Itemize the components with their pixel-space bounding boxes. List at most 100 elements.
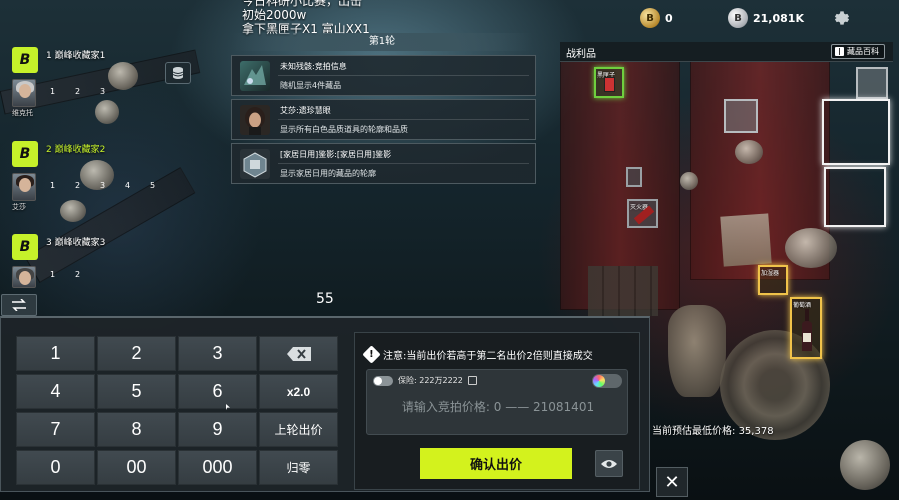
key-7[interactable]: 7 bbox=[16, 412, 95, 447]
barnacle-cluster bbox=[735, 140, 763, 164]
divider bbox=[278, 163, 529, 164]
eye-button[interactable] bbox=[595, 450, 623, 477]
player-slots: 1 2 3 bbox=[50, 87, 125, 96]
loot-item-label: 加湿器 bbox=[761, 270, 780, 277]
divider bbox=[278, 119, 529, 120]
key-000[interactable]: 000 bbox=[178, 450, 257, 485]
reset-key[interactable]: 归零 bbox=[259, 450, 338, 485]
silver-coin-icon: B bbox=[728, 8, 748, 28]
avatar bbox=[12, 173, 36, 201]
swap-arrows-icon bbox=[12, 299, 26, 311]
bid-price-input[interactable] bbox=[375, 394, 621, 420]
key-8[interactable]: 8 bbox=[97, 412, 176, 447]
loot-item-unknown[interactable] bbox=[626, 167, 642, 187]
info-card: 未知残骸:竞拍信息 随机显示4件藏品 bbox=[231, 55, 536, 96]
loot-header: 战利品 藏品百科 bbox=[560, 42, 893, 62]
gold-coin-icon: B bbox=[640, 8, 660, 28]
top-info-line: 初始2000w bbox=[242, 8, 307, 22]
player-rank-badge: B bbox=[12, 141, 38, 167]
slot-number: 2 bbox=[75, 87, 81, 96]
home-goods-icon bbox=[240, 149, 270, 179]
barnacle-cluster bbox=[680, 172, 698, 190]
bid-notice-text: 注意:当前出价若高于第二名出价2倍则直接成交 bbox=[383, 351, 593, 362]
last-round-bid-key[interactable]: 上轮出价 bbox=[259, 412, 338, 447]
player-slots: 1 2 3 4 5 bbox=[50, 181, 175, 190]
loot-item-unknown[interactable] bbox=[724, 99, 758, 133]
player-slots: 1 2 bbox=[50, 270, 100, 279]
slot-number: 1 bbox=[50, 270, 56, 279]
loot-item-black-box[interactable]: 黑匣子 bbox=[594, 67, 624, 98]
barnacle-cluster bbox=[785, 228, 837, 268]
gold-currency-value: 0 bbox=[665, 11, 673, 25]
database-icon[interactable] bbox=[165, 62, 191, 84]
close-icon: ✕ bbox=[664, 471, 680, 493]
wine-bottle-icon bbox=[802, 309, 812, 351]
rainbow-knob-icon bbox=[593, 375, 605, 387]
slot-number: 1 bbox=[50, 87, 56, 96]
slot-number: 4 bbox=[125, 181, 131, 190]
color-toggle[interactable] bbox=[592, 374, 622, 388]
edit-icon[interactable] bbox=[467, 376, 477, 385]
loot-item-outline[interactable] bbox=[824, 167, 886, 227]
avatar-name: 维克托 bbox=[12, 109, 33, 117]
slot-number: 3 bbox=[100, 87, 106, 96]
key-6[interactable]: 6 bbox=[178, 374, 257, 409]
bid-input-box: ! 注意:当前出价若高于第二名出价2倍则直接成交 保险: 222万2222 确认… bbox=[354, 332, 640, 490]
insurance-row: 保险: 222万2222 bbox=[373, 375, 477, 386]
backspace-icon bbox=[286, 346, 311, 361]
info-card-subtitle: 显示家居日用的藏品的轮廓 bbox=[280, 169, 376, 178]
gold-currency: B 0 bbox=[640, 8, 673, 28]
key-1[interactable]: 1 bbox=[16, 336, 95, 371]
player-rank-badge: B bbox=[12, 47, 38, 73]
gear-icon[interactable] bbox=[832, 8, 852, 28]
bid-notice: ! 注意:当前出价若高于第二名出价2倍则直接成交 bbox=[362, 345, 593, 364]
slot-number: 1 bbox=[50, 181, 56, 190]
aisha-portrait bbox=[240, 105, 270, 135]
key-00[interactable]: 00 bbox=[97, 450, 176, 485]
swap-button[interactable] bbox=[1, 294, 37, 316]
loot-item-unknown[interactable] bbox=[856, 67, 888, 99]
player-1[interactable]: B 1 巅峰收藏家1 维克托 1 2 3 bbox=[12, 47, 187, 131]
divider bbox=[278, 75, 529, 76]
player-2[interactable]: B 2 巅峰收藏家2 艾莎 1 2 3 4 5 bbox=[12, 141, 187, 225]
info-card-title: [家居日用]鉴影:[家居日用]鉴影 bbox=[280, 150, 392, 159]
avatar bbox=[12, 79, 36, 107]
loot-item-wine[interactable]: 葡萄酒 bbox=[790, 297, 822, 359]
avatar-name: 艾莎 bbox=[12, 203, 26, 211]
close-button[interactable]: ✕ bbox=[656, 467, 688, 497]
encyclopedia-label: 藏品百科 bbox=[847, 47, 879, 56]
vase-prop bbox=[668, 305, 726, 397]
confirm-bid-button[interactable]: 确认出价 bbox=[420, 448, 572, 479]
key-0[interactable]: 0 bbox=[16, 450, 95, 485]
player-rank-badge: B bbox=[12, 234, 38, 260]
silver-currency-value: 21,081K bbox=[753, 11, 804, 25]
key-2[interactable]: 2 bbox=[97, 336, 176, 371]
slot-number: 3 bbox=[100, 181, 106, 190]
key-9[interactable]: 9 bbox=[178, 412, 257, 447]
loot-item-humidifier[interactable]: 加湿器 bbox=[758, 265, 788, 295]
bid-panel: 1 2 3 4 5 6 x2.0 7 8 9 上轮出价 0 00 000 归零 … bbox=[0, 316, 650, 492]
loot-title: 战利品 bbox=[566, 49, 596, 60]
key-3[interactable]: 3 bbox=[178, 336, 257, 371]
warning-icon: ! bbox=[362, 345, 381, 364]
key-4[interactable]: 4 bbox=[16, 374, 95, 409]
book-icon bbox=[835, 47, 844, 56]
loot-item-fire-extinguisher[interactable]: 灭火器 bbox=[627, 199, 658, 228]
bid-input-area: 保险: 222万2222 bbox=[366, 369, 628, 435]
estimate-price: 当前预估最低价格: 35,378 bbox=[652, 426, 774, 437]
multiplier-key[interactable]: x2.0 bbox=[259, 374, 338, 409]
loot-item-outline[interactable] bbox=[822, 99, 890, 165]
info-card: [家居日用]鉴影:[家居日用]鉴影 显示家居日用的藏品的轮廓 bbox=[231, 143, 536, 184]
top-info-line: 今日科研小比赛，出击 bbox=[242, 0, 363, 8]
player-name: 1 巅峰收藏家1 bbox=[46, 51, 106, 61]
silver-currency: B 21,081K bbox=[728, 8, 804, 28]
backspace-key[interactable] bbox=[259, 336, 338, 371]
avatar bbox=[12, 266, 36, 288]
info-card-title: 未知残骸:竞拍信息 bbox=[280, 62, 347, 71]
insurance-toggle[interactable] bbox=[373, 375, 393, 386]
black-box-icon bbox=[604, 77, 615, 92]
key-5[interactable]: 5 bbox=[97, 374, 176, 409]
paper-prop bbox=[720, 213, 772, 267]
player-3[interactable]: B 3 巅峰收藏家3 1 2 bbox=[12, 234, 187, 294]
encyclopedia-button[interactable]: 藏品百科 bbox=[831, 44, 885, 59]
